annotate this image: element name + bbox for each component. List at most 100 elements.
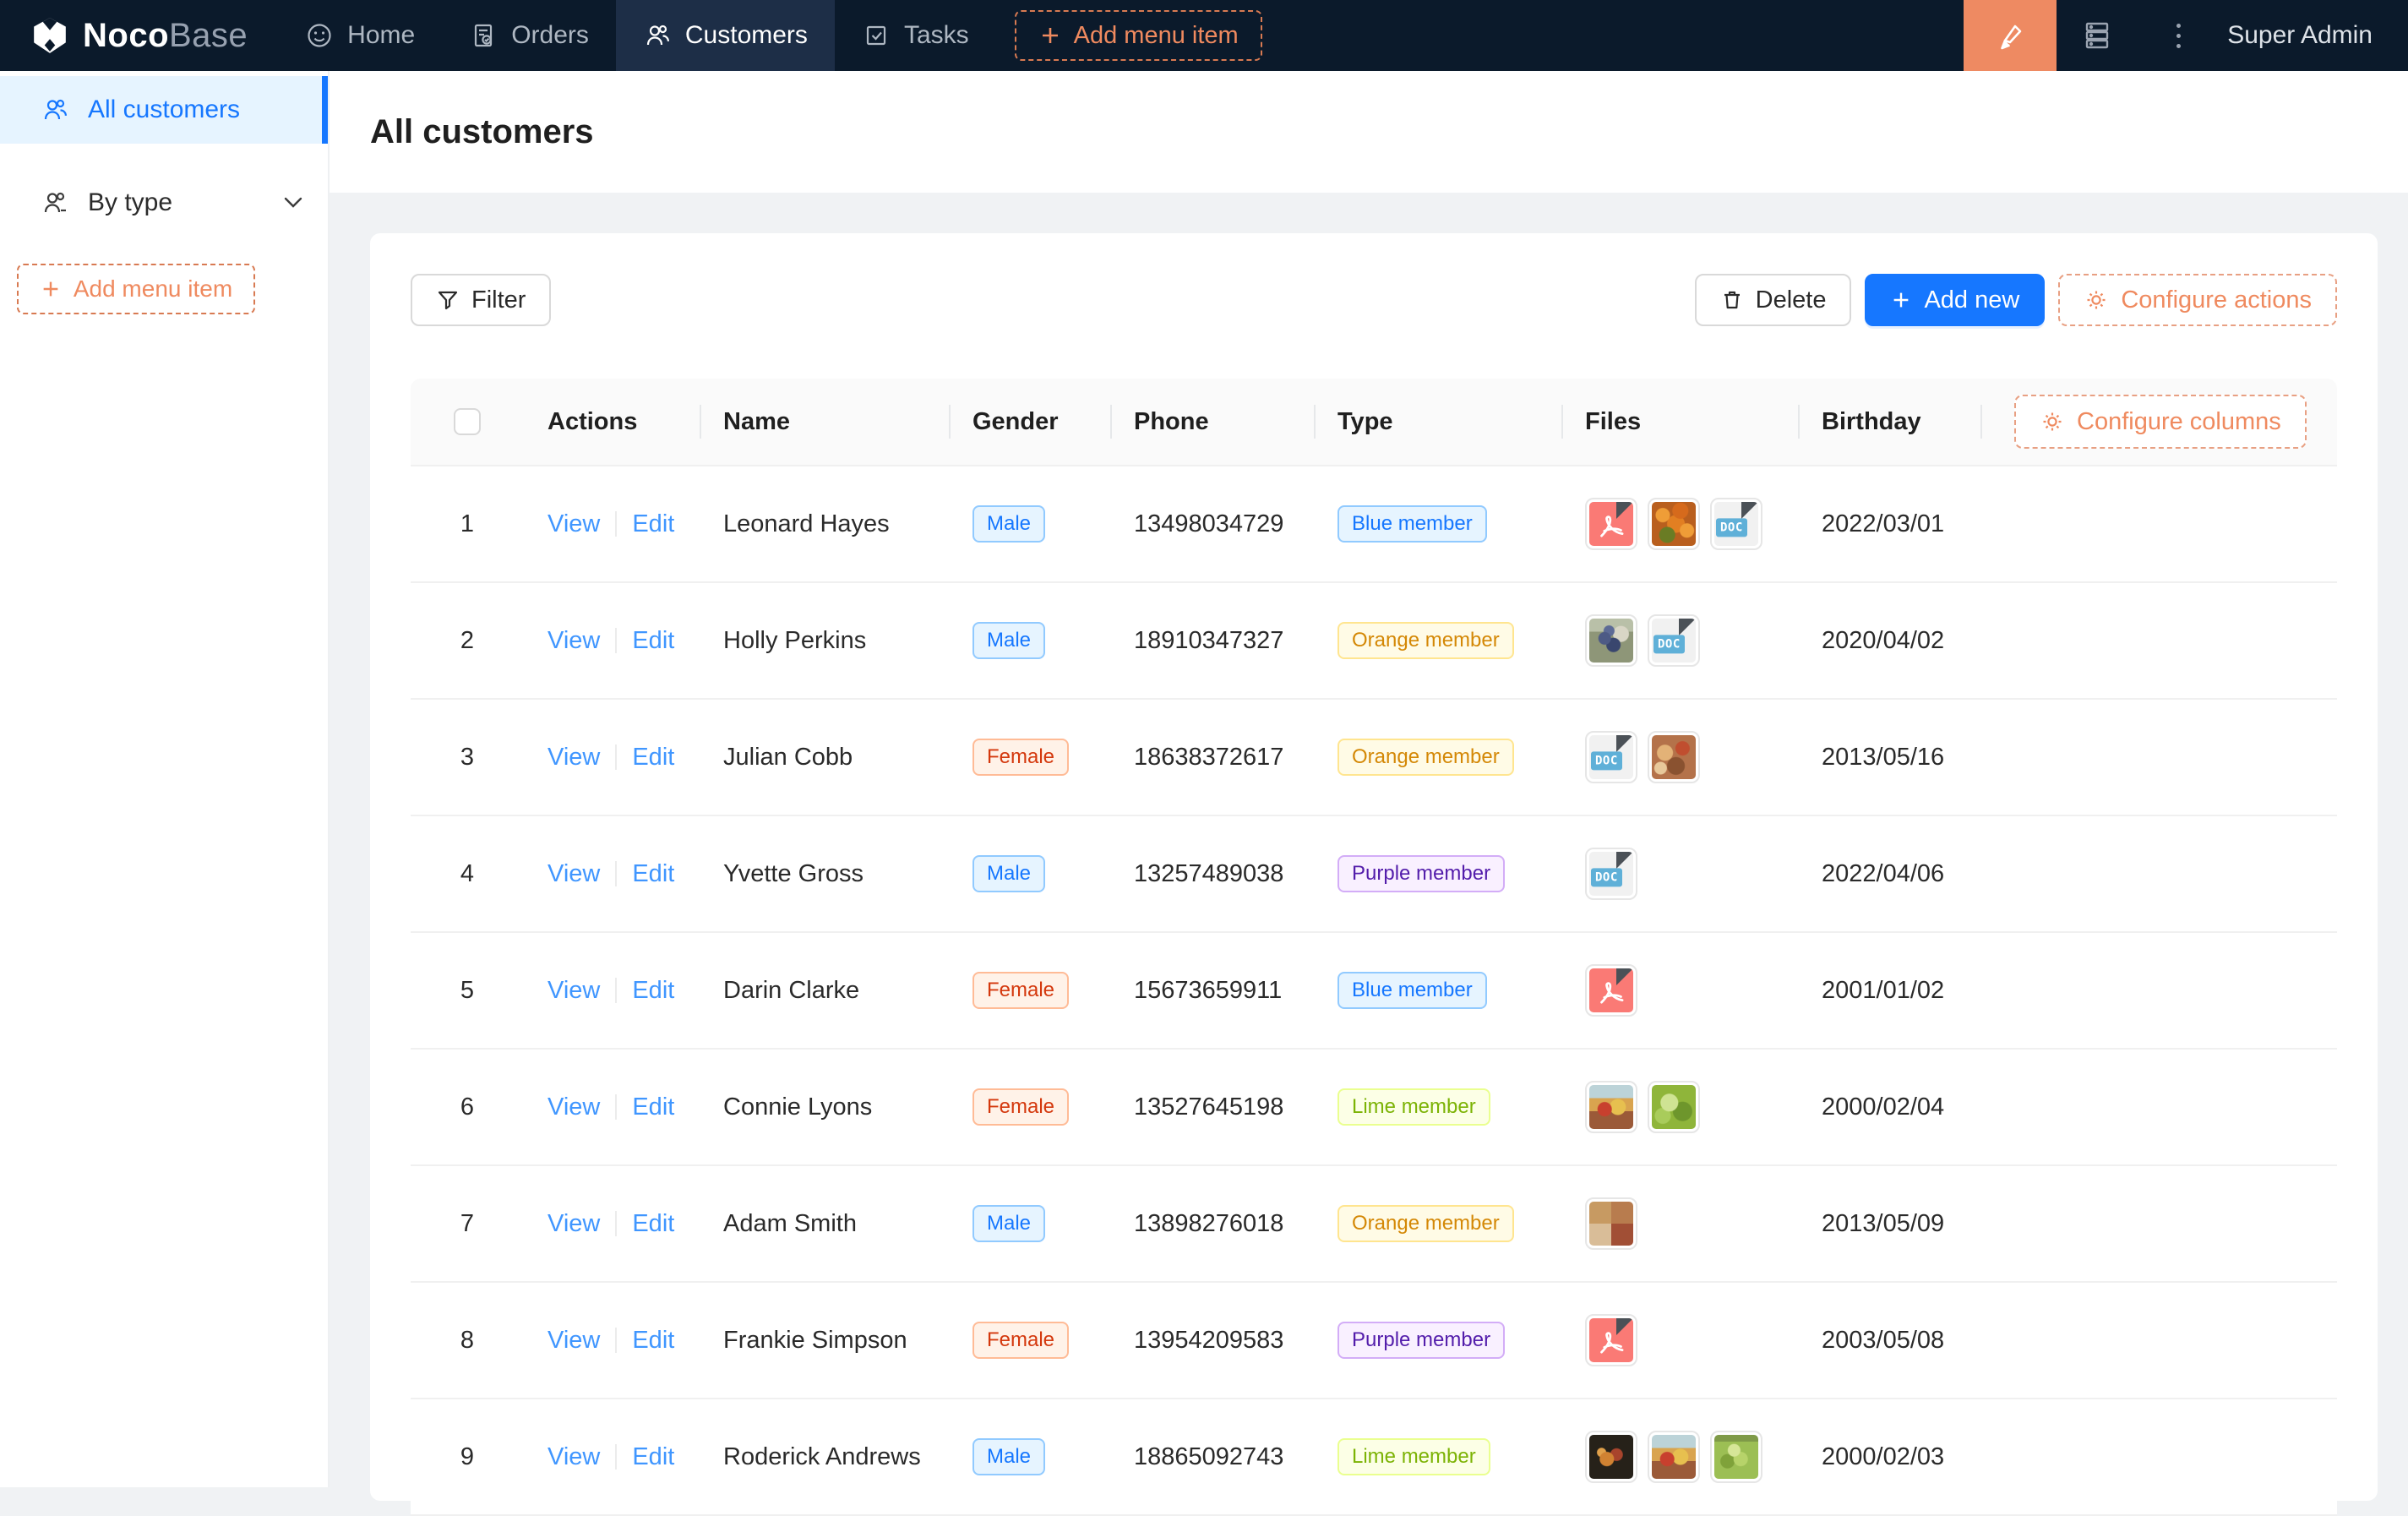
image-thumbnail[interactable] xyxy=(1648,1081,1700,1133)
table-row[interactable]: 5 View Edit Darin Clarke Female 15673659… xyxy=(411,933,2337,1050)
top-menu: Home Orders Customers xyxy=(278,0,995,71)
phone-cell: 18910347327 xyxy=(1110,627,1314,655)
table-row[interactable]: 9 View Edit Roderick Andrews Male 188650… xyxy=(411,1399,2337,1516)
files-cell xyxy=(1561,1431,1798,1483)
column-header-files: Files xyxy=(1561,408,1798,436)
doc-file-icon[interactable]: DOC xyxy=(1648,614,1700,667)
birthday-cell: 2022/04/06 xyxy=(1798,860,1980,888)
nav-item-orders[interactable]: Orders xyxy=(442,0,616,71)
table-row[interactable]: 4 View Edit Yvette Gross Male 1325748903… xyxy=(411,816,2337,933)
image-thumbnail[interactable] xyxy=(1585,1081,1637,1133)
view-link[interactable]: View xyxy=(548,1327,600,1355)
add-menu-item-button-sidebar[interactable]: Add menu item xyxy=(17,264,255,314)
gender-cell: Female xyxy=(949,1322,1110,1359)
ui-editor-button[interactable] xyxy=(1964,0,2057,71)
configure-actions-button[interactable]: Configure actions xyxy=(2058,274,2337,326)
column-header-phone: Phone xyxy=(1110,408,1314,436)
view-link[interactable]: View xyxy=(548,1443,600,1471)
table-row[interactable]: 3 View Edit Julian Cobb Female 186383726… xyxy=(411,700,2337,816)
sidebar-item-all-customers[interactable]: All customers xyxy=(0,76,328,144)
image-thumbnail[interactable] xyxy=(1648,1431,1700,1483)
type-cell: Purple member xyxy=(1314,1322,1561,1359)
type-cell: Orange member xyxy=(1314,1205,1561,1242)
customers-people-icon xyxy=(643,21,672,50)
view-link[interactable]: View xyxy=(548,977,600,1005)
gear-icon xyxy=(2040,409,2065,434)
view-link[interactable]: View xyxy=(548,1210,600,1238)
birthday-cell: 2020/04/02 xyxy=(1798,627,1980,655)
pdf-file-icon[interactable] xyxy=(1585,498,1637,550)
member-type-badge: Purple member xyxy=(1337,1322,1505,1359)
more-actions-button[interactable] xyxy=(2138,0,2219,71)
edit-link[interactable]: Edit xyxy=(632,744,674,772)
member-type-badge: Lime member xyxy=(1337,1438,1490,1475)
view-link[interactable]: View xyxy=(548,744,600,772)
select-all-checkbox[interactable] xyxy=(454,408,481,435)
sidebar-item-label: By type xyxy=(88,188,172,217)
page-fold xyxy=(1741,502,1758,519)
link-divider xyxy=(615,628,617,653)
nav-item-tasks[interactable]: Tasks xyxy=(835,0,996,71)
filter-button[interactable]: Filter xyxy=(411,274,551,326)
table-row[interactable]: 7 View Edit Adam Smith Male 13898276018 … xyxy=(411,1166,2337,1283)
nav-item-home[interactable]: Home xyxy=(278,0,442,71)
pdf-file-icon[interactable] xyxy=(1585,1314,1637,1366)
member-type-badge: Blue member xyxy=(1337,972,1487,1009)
image-thumbnail[interactable] xyxy=(1710,1431,1762,1483)
type-cell: Blue member xyxy=(1314,972,1561,1009)
view-link[interactable]: View xyxy=(548,1093,600,1121)
type-cell: Lime member xyxy=(1314,1438,1561,1475)
sidebar-item-by-type[interactable]: By type xyxy=(0,169,328,237)
image-thumbnail[interactable] xyxy=(1585,614,1637,667)
image-thumbnail[interactable] xyxy=(1585,1431,1637,1483)
add-new-button[interactable]: Add new xyxy=(1865,274,2045,326)
add-menu-item-button-topbar[interactable]: Add menu item xyxy=(1015,10,1262,61)
name-cell: Julian Cobb xyxy=(700,744,949,772)
row-actions-cell: View Edit xyxy=(524,1210,700,1238)
customers-table: Actions Name Gender Phone Type Files Bir… xyxy=(411,379,2337,1516)
edit-link[interactable]: Edit xyxy=(632,1443,674,1471)
nocobase-logo[interactable]: NocoBase xyxy=(0,16,278,55)
edit-link[interactable]: Edit xyxy=(632,860,674,888)
edit-link[interactable]: Edit xyxy=(632,1210,674,1238)
table-row[interactable]: 2 View Edit Holly Perkins Male 189103473… xyxy=(411,583,2337,700)
table-row[interactable]: 1 View Edit Leonard Hayes Male 134980347… xyxy=(411,466,2337,583)
row-actions-cell: View Edit xyxy=(524,1093,700,1121)
edit-link[interactable]: Edit xyxy=(632,1093,674,1121)
row-actions-cell: View Edit xyxy=(524,627,700,655)
image-thumbnail[interactable] xyxy=(1648,731,1700,783)
order-document-icon xyxy=(469,21,498,50)
gender-cell: Male xyxy=(949,622,1110,659)
delete-button[interactable]: Delete xyxy=(1695,274,1852,326)
top-navigation-bar: NocoBase Home Orders xyxy=(0,0,2408,71)
edit-link[interactable]: Edit xyxy=(632,977,674,1005)
edit-link[interactable]: Edit xyxy=(632,1327,674,1355)
doc-file-icon[interactable]: DOC xyxy=(1585,731,1637,783)
view-link[interactable]: View xyxy=(548,510,600,538)
pdf-file-icon[interactable] xyxy=(1585,964,1637,1017)
doc-file-icon[interactable]: DOC xyxy=(1585,848,1637,900)
nav-item-customers[interactable]: Customers xyxy=(616,0,835,71)
phone-cell: 13257489038 xyxy=(1110,860,1314,888)
current-user-menu[interactable]: Super Admin xyxy=(2219,21,2408,50)
edit-link[interactable]: Edit xyxy=(632,627,674,655)
member-type-badge: Orange member xyxy=(1337,622,1514,659)
gender-cell: Male xyxy=(949,1205,1110,1242)
view-link[interactable]: View xyxy=(548,860,600,888)
files-cell xyxy=(1561,1197,1798,1250)
doc-file-icon[interactable]: DOC xyxy=(1710,498,1762,550)
image-thumbnail[interactable] xyxy=(1585,1197,1637,1250)
plugin-manager-button[interactable] xyxy=(2057,0,2138,71)
member-type-badge: Purple member xyxy=(1337,855,1505,892)
table-row[interactable]: 8 View Edit Frankie Simpson Female 13954… xyxy=(411,1283,2337,1399)
table-row[interactable]: 6 View Edit Connie Lyons Female 13527645… xyxy=(411,1050,2337,1166)
view-link[interactable]: View xyxy=(548,627,600,655)
configure-columns-button[interactable]: Configure columns xyxy=(2014,395,2307,449)
files-cell: DOC xyxy=(1561,848,1798,900)
gender-cell: Male xyxy=(949,855,1110,892)
image-thumbnail[interactable] xyxy=(1648,498,1700,550)
column-header-birthday: Birthday xyxy=(1798,408,1980,436)
designer-highlighter-icon xyxy=(1994,19,2026,52)
edit-link[interactable]: Edit xyxy=(632,510,674,538)
link-divider xyxy=(615,978,617,1003)
